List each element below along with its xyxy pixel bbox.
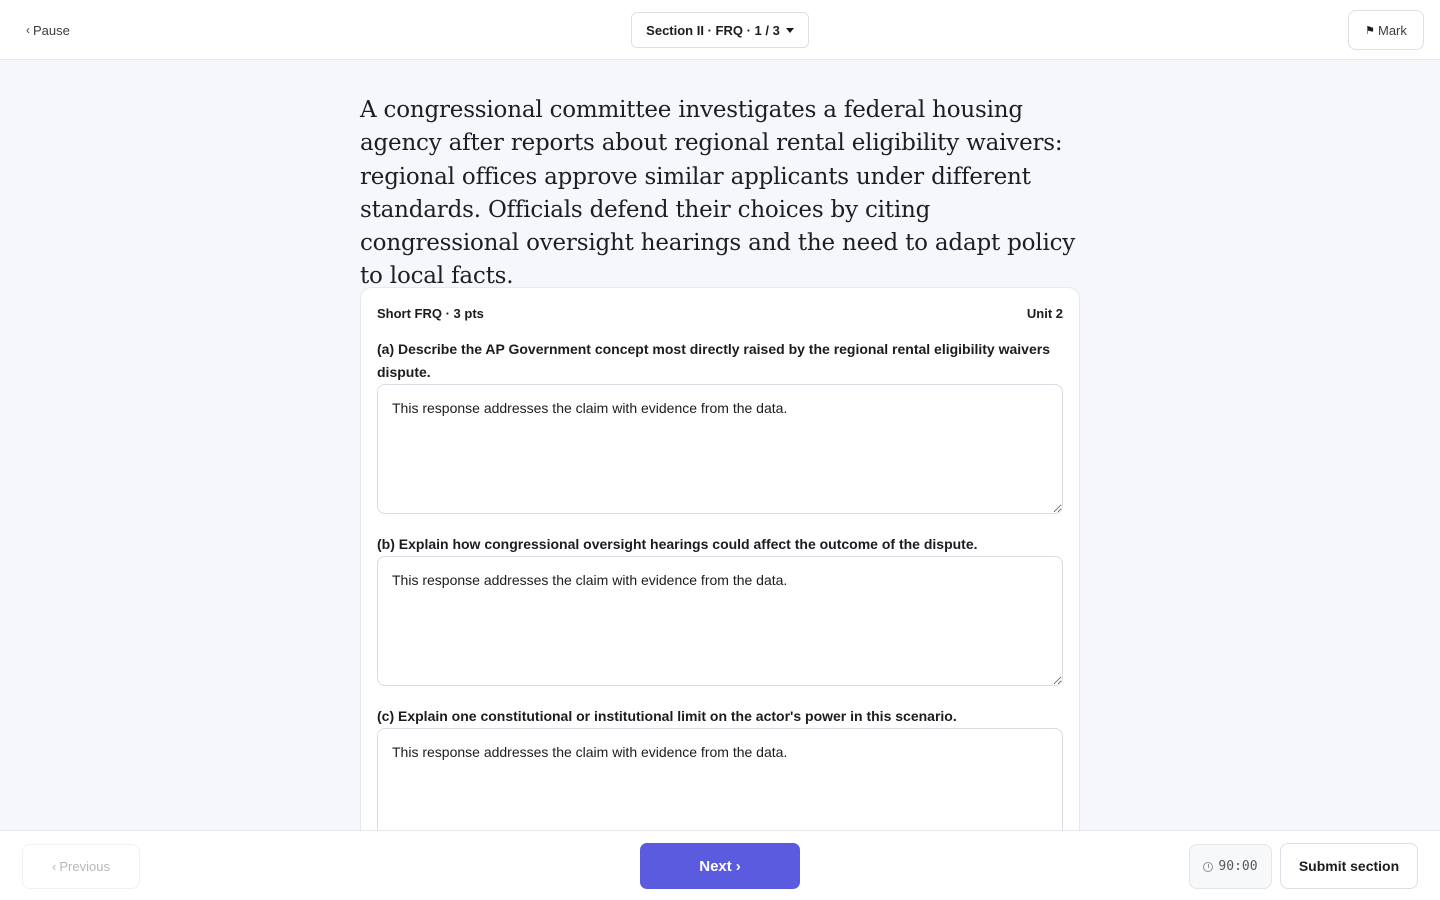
previous-button[interactable]: ‹ Previous [22,844,140,889]
top-bar: ‹ Pause Section II · FRQ · 1 / 3 ⚑ Mark [0,0,1440,60]
part-b-answer-field[interactable]: This response addresses the claim with e… [377,556,1063,686]
pause-button[interactable]: ‹ Pause [22,18,74,42]
question-prompt: A congressional committee investigates a… [360,97,1076,290]
frq-card: Short FRQ · 3 pts Unit 2 (a) Describe th… [360,287,1080,830]
chevron-left-icon: ‹ [26,23,30,37]
part-a-answer-field[interactable]: This response addresses the claim with e… [377,384,1063,514]
next-label: Next [699,857,732,875]
mark-button[interactable]: ⚑ Mark [1348,10,1424,50]
section-navigator-dropdown[interactable]: Section II · FRQ · 1 / 3 [631,12,809,48]
card-header: Short FRQ · 3 pts Unit 2 [377,306,1063,321]
section-label: Section II · FRQ · 1 / 3 [646,22,780,38]
timer: 90:00 [1189,844,1272,889]
clock-icon [1203,861,1214,872]
part-c-answer-field[interactable]: This response addresses the claim with e… [377,728,1063,830]
pause-label: Pause [33,22,70,38]
mark-label: Mark [1377,22,1407,38]
part-c-label: (c) Explain one constitutional or instit… [377,708,957,724]
question-area: A congressional committee investigates a… [0,60,1440,830]
submit-label: Submit section [1298,858,1400,874]
question-type-label: Short FRQ · 3 pts [377,306,484,321]
part-b-label: (b) Explain how congressional oversight … [377,536,978,552]
caret-down-icon [785,28,794,33]
timer-value: 90:00 [1218,859,1258,874]
unit-label: Unit 2 [1026,306,1063,321]
previous-label: Previous [59,859,110,874]
submit-section-button[interactable]: Submit section [1280,843,1418,889]
part-a-label: (a) Describe the AP Government concept m… [377,341,1050,380]
next-button[interactable]: Next › [640,843,800,889]
flag-icon: ⚑ [1365,24,1375,37]
chevron-right-icon: › [735,857,741,875]
chevron-left-icon: ‹ [52,859,57,874]
bottom-bar: ‹ Previous Next › 90:00 Submit section [0,830,1440,900]
